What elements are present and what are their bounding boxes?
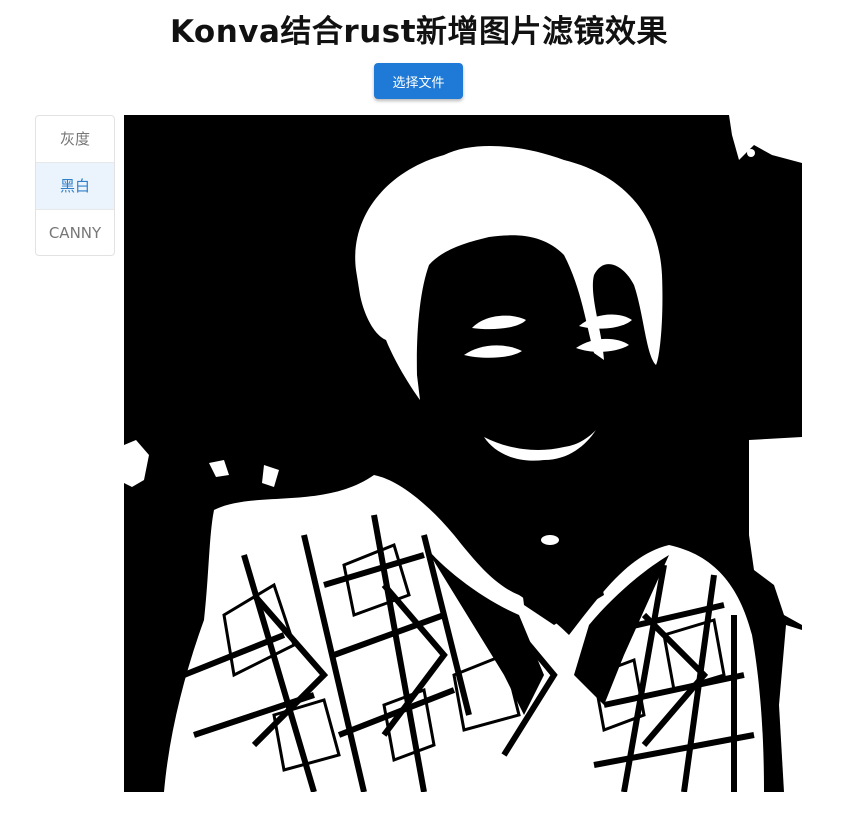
image-canvas[interactable] [124, 115, 802, 792]
choose-file-button[interactable]: 选择文件 [374, 63, 463, 99]
filter-menu: 灰度 黑白 CANNY [35, 115, 115, 256]
filter-item-canny[interactable]: CANNY [36, 210, 114, 255]
filtered-image [124, 115, 802, 792]
filter-item-black-white[interactable]: 黑白 [36, 163, 114, 210]
page-title: Konva结合rust新增图片滤镜效果 [169, 14, 669, 50]
filter-item-grayscale[interactable]: 灰度 [36, 116, 114, 163]
